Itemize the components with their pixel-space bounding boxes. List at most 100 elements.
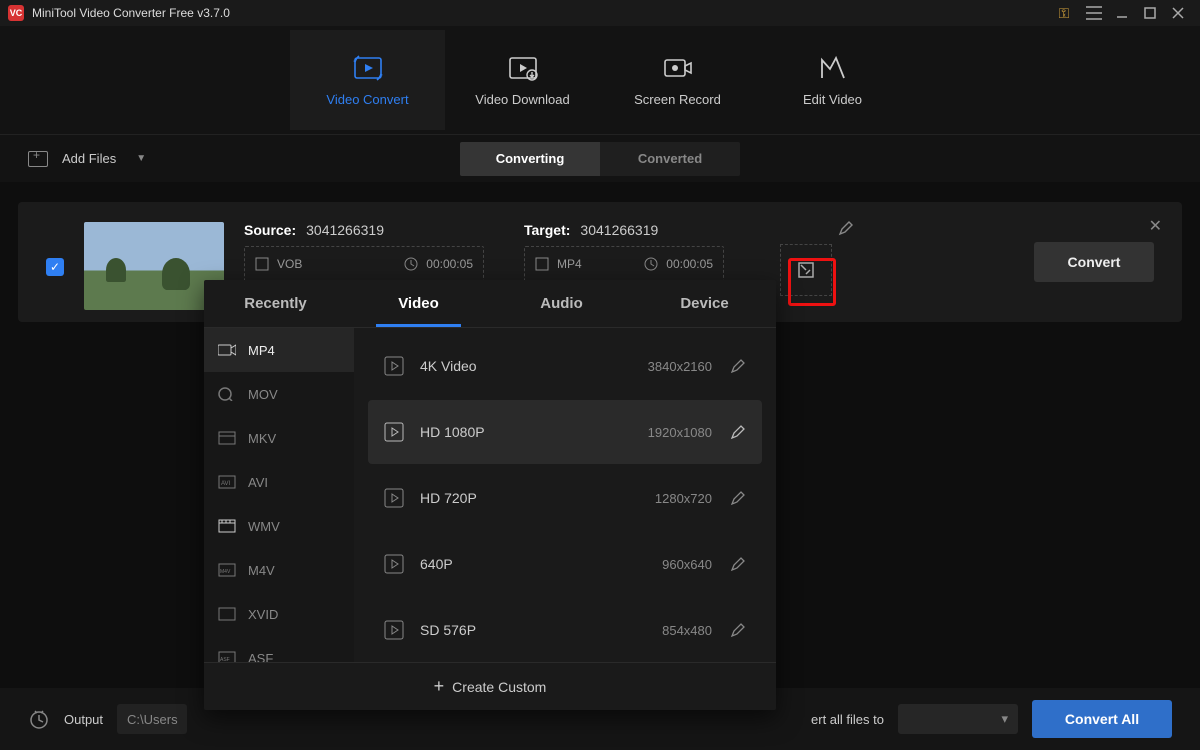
create-custom-button[interactable]: + Create Custom xyxy=(204,662,776,710)
play-icon xyxy=(384,356,404,376)
resolution-576p[interactable]: SD 576P 854x480 xyxy=(368,598,762,662)
nav-label: Edit Video xyxy=(803,92,862,107)
resolution-name: 640P xyxy=(420,556,662,572)
chevron-down-icon: ▼ xyxy=(136,153,146,164)
output-label: Output xyxy=(64,712,103,727)
resolution-720p[interactable]: HD 720P 1280x720 xyxy=(368,466,762,530)
play-icon xyxy=(384,620,404,640)
app-logo: VC xyxy=(8,5,24,21)
format-label: WMV xyxy=(248,519,280,534)
play-icon xyxy=(384,554,404,574)
format-label: AVI xyxy=(248,475,268,490)
titlebar: VC MiniTool Video Converter Free v3.7.0 … xyxy=(0,0,1200,26)
ddtab-device[interactable]: Device xyxy=(633,280,776,327)
convert-all-to-label: ert all files to xyxy=(811,712,884,727)
nav-video-download[interactable]: Video Download xyxy=(445,30,600,130)
source-label: Source: xyxy=(244,222,296,238)
tab-converted[interactable]: Converted xyxy=(600,142,740,176)
nav-label: Video Convert xyxy=(326,92,408,107)
format-icon xyxy=(535,257,549,271)
format-icon xyxy=(255,257,269,271)
output-format-select[interactable]: ▾ xyxy=(898,704,1018,734)
ddtab-video[interactable]: Video xyxy=(347,280,490,327)
source-meta: VOB 00:00:05 xyxy=(244,246,484,282)
main-nav: Video Convert Video Download Screen Reco… xyxy=(0,26,1200,134)
minimize-button[interactable] xyxy=(1108,0,1136,26)
add-files-button[interactable]: Add Files ▼ xyxy=(28,151,146,167)
resolution-name: HD 720P xyxy=(420,490,655,506)
edit-preset-icon[interactable] xyxy=(730,424,746,440)
upgrade-icon[interactable]: ⚿ xyxy=(1052,0,1080,26)
convert-icon xyxy=(351,54,385,82)
file-checkbox[interactable]: ✓ xyxy=(46,258,64,276)
container-icon xyxy=(218,431,236,445)
scheduler-icon[interactable] xyxy=(28,708,50,730)
resolution-640p[interactable]: 640P 960x640 xyxy=(368,532,762,596)
format-m4v[interactable]: M4V M4V xyxy=(204,548,354,592)
edit-preset-icon[interactable] xyxy=(730,358,746,374)
format-xvid[interactable]: XVID xyxy=(204,592,354,636)
video-format-icon xyxy=(218,343,236,357)
format-avi[interactable]: AVI AVI xyxy=(204,460,354,504)
output-path[interactable]: C:\Users xyxy=(117,704,187,734)
source-column: Source: 3041266319 VOB 00:00:05 xyxy=(244,222,484,282)
resolution-dim: 854x480 xyxy=(662,623,712,638)
close-button[interactable] xyxy=(1164,0,1192,26)
add-files-label: Add Files xyxy=(62,151,116,166)
tab-converting[interactable]: Converting xyxy=(460,142,600,176)
nav-video-convert[interactable]: Video Convert xyxy=(290,30,445,130)
edit-preset-icon[interactable] xyxy=(730,490,746,506)
svg-text:AVI: AVI xyxy=(221,481,231,487)
clock-icon xyxy=(404,257,418,271)
convert-all-button[interactable]: Convert All xyxy=(1032,700,1172,738)
source-name: 3041266319 xyxy=(306,222,384,238)
target-meta: MP4 00:00:05 xyxy=(524,246,724,282)
nav-screen-record[interactable]: Screen Record xyxy=(600,30,755,130)
plus-icon: + xyxy=(434,676,445,697)
nav-edit-video[interactable]: Edit Video xyxy=(755,30,910,130)
nav-label: Video Download xyxy=(475,92,569,107)
target-name: 3041266319 xyxy=(580,222,658,238)
app-title: MiniTool Video Converter Free v3.7.0 xyxy=(32,6,230,20)
format-label: ASF xyxy=(248,651,273,663)
format-wmv[interactable]: WMV xyxy=(204,504,354,548)
add-files-icon xyxy=(28,151,48,167)
container-icon xyxy=(218,607,236,621)
download-icon xyxy=(506,54,540,82)
resolution-name: SD 576P xyxy=(420,622,662,638)
nav-label: Screen Record xyxy=(634,92,721,107)
svg-text:ASF: ASF xyxy=(220,657,230,662)
format-list: MP4 MOV MKV AVI AVI WMV M4V M4V xyxy=(204,328,354,662)
format-mp4[interactable]: MP4 xyxy=(204,328,354,372)
format-asf[interactable]: ASF ASF xyxy=(204,636,354,662)
format-label: MKV xyxy=(248,431,276,446)
resolution-1080p[interactable]: HD 1080P 1920x1080 xyxy=(368,400,762,464)
convert-button[interactable]: Convert xyxy=(1034,242,1154,282)
svg-text:M4V: M4V xyxy=(220,569,231,575)
resolution-list[interactable]: 4K Video 3840x2160 HD 1080P 1920x1080 HD… xyxy=(354,328,776,662)
ddtab-recently[interactable]: Recently xyxy=(204,280,347,327)
container-icon: M4V xyxy=(218,563,236,577)
maximize-button[interactable] xyxy=(1136,0,1164,26)
ddtab-audio[interactable]: Audio xyxy=(490,280,633,327)
resolution-dim: 1280x720 xyxy=(655,491,712,506)
edit-preset-icon[interactable] xyxy=(730,622,746,638)
format-label: MP4 xyxy=(248,343,275,358)
target-format: MP4 xyxy=(557,257,582,271)
target-label: Target: xyxy=(524,222,570,238)
edit-icon[interactable] xyxy=(838,220,854,236)
resolution-4k[interactable]: 4K Video 3840x2160 xyxy=(368,334,762,398)
play-icon xyxy=(384,422,404,442)
play-icon xyxy=(384,488,404,508)
remove-file-button[interactable]: ✕ xyxy=(1149,216,1162,236)
format-mov[interactable]: MOV xyxy=(204,372,354,416)
video-thumbnail[interactable] xyxy=(84,222,224,310)
edit-preset-icon[interactable] xyxy=(730,556,746,572)
chevron-down-icon: ▾ xyxy=(1001,711,1008,727)
format-mkv[interactable]: MKV xyxy=(204,416,354,460)
clock-icon xyxy=(644,257,658,271)
target-settings-button[interactable] xyxy=(780,244,832,296)
menu-icon[interactable] xyxy=(1080,0,1108,26)
container-icon: AVI xyxy=(218,475,236,489)
resolution-dim: 960x640 xyxy=(662,557,712,572)
